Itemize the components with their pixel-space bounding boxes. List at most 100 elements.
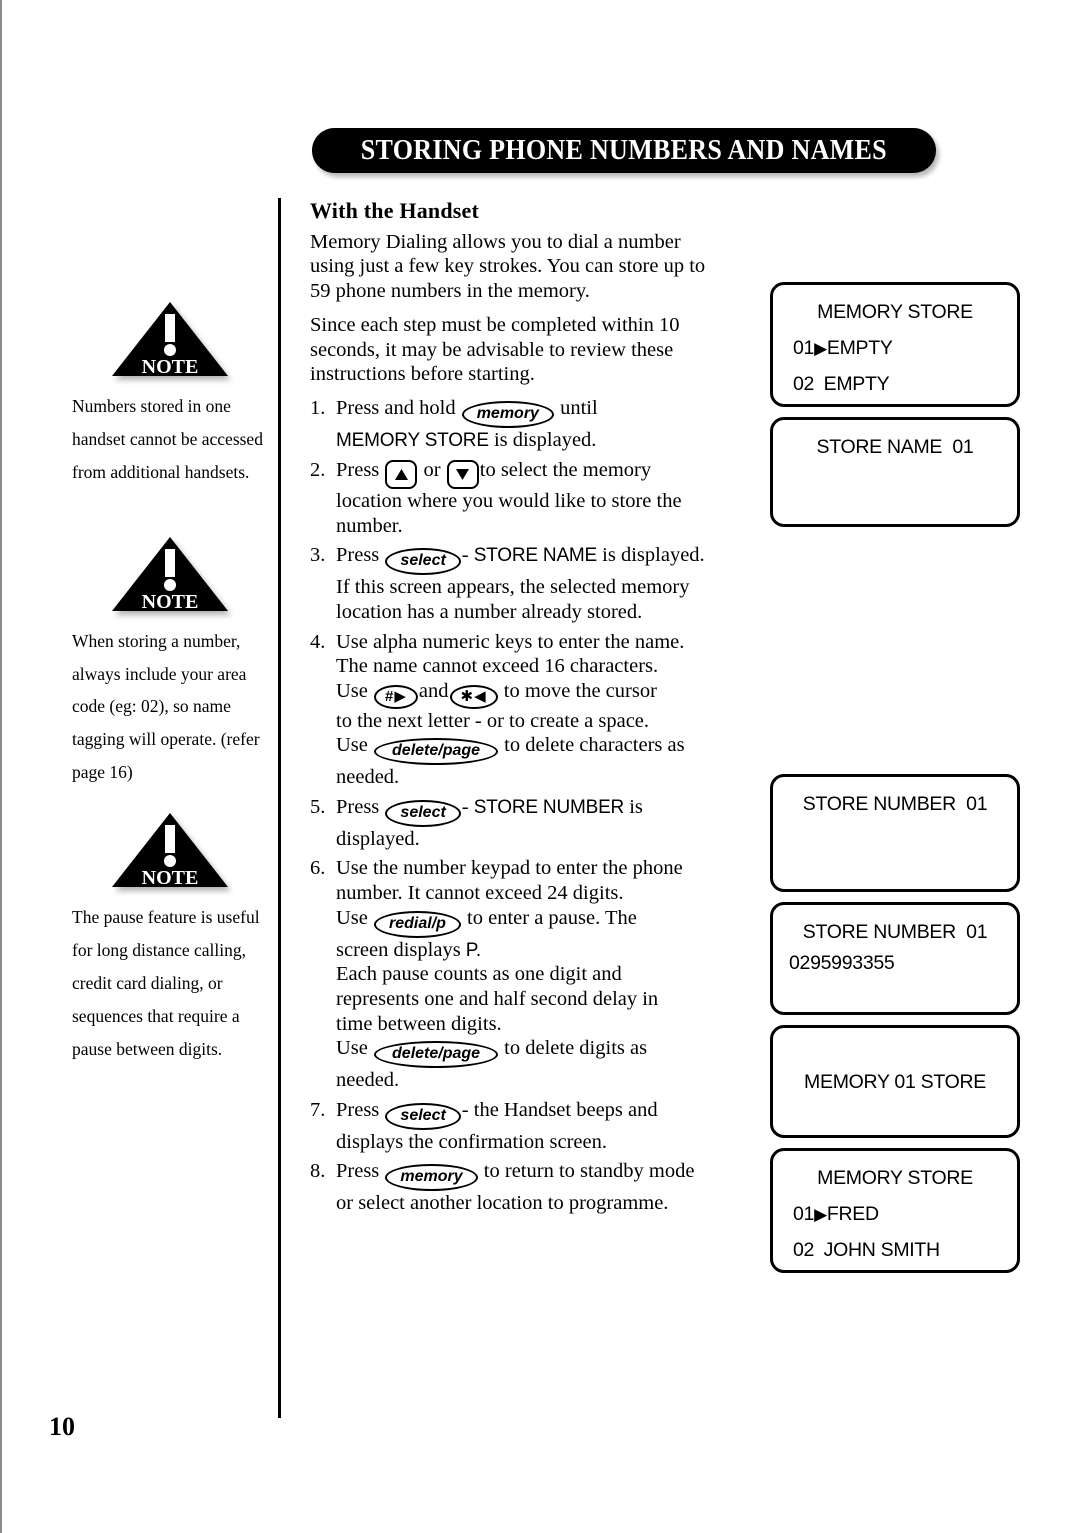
lcd-row-index: 02: [793, 373, 815, 395]
step-line: needed.: [336, 1069, 400, 1092]
note-icon-wrap: NOTE: [62, 300, 277, 378]
step-text: Press: [336, 544, 380, 567]
step-line: Press or to select the memory: [336, 458, 730, 490]
step-item: 7. Press select - the Handset beeps and d…: [310, 1098, 730, 1155]
step-item: 5. Press select - STORE NUMBER is display…: [310, 795, 730, 852]
step-text: Use: [336, 1037, 368, 1060]
step-number: 5.: [310, 795, 326, 818]
down-triangle-icon: [456, 469, 470, 481]
step-text: Press: [336, 1160, 380, 1183]
lcd-row-value: JOHN SMITH: [823, 1239, 940, 1261]
step-line: number.: [336, 514, 403, 537]
step-text: is displayed.: [602, 544, 705, 567]
step-text: to delete characters as: [504, 734, 685, 757]
step-item: 2. Press or to select the memory locatio…: [310, 458, 730, 538]
step-line: displayed.: [336, 827, 420, 850]
lcd-readout-text: STORE NAME: [473, 545, 598, 567]
delete-page-key[interactable]: delete/page: [374, 738, 499, 766]
redial-pause-key[interactable]: redial/p: [374, 910, 461, 938]
step-line: Use alpha numeric keys to enter the name…: [336, 630, 685, 653]
selection-caret-icon: ▶: [814, 1205, 827, 1224]
lcd-row-index: 01: [793, 1203, 815, 1225]
page-canvas: STORING PHONE NUMBERS AND NAMES NOTE Num…: [0, 0, 1080, 1533]
note-text: Numbers stored in one handset cannot be …: [72, 396, 263, 482]
selection-caret-placeholder: [814, 375, 818, 394]
hash-right-key[interactable]: # ▶: [374, 684, 418, 709]
step-line: to the next letter - or to create a spac…: [336, 709, 650, 732]
step-text: until: [560, 397, 598, 420]
step-line: Press and hold memory until: [336, 396, 730, 429]
step-text: -: [461, 544, 469, 567]
lcd-readout-text: P.: [465, 939, 481, 961]
step-text: is: [629, 795, 643, 818]
step-line: or select another location to programme.: [336, 1192, 669, 1215]
main-content-column: With the Handset Memory Dialing allows y…: [310, 198, 730, 1221]
memory-key[interactable]: memory: [385, 1164, 478, 1192]
step-body: Press and hold memory until MEMORY STORE…: [336, 396, 730, 453]
step-text: to delete digits as: [504, 1037, 648, 1060]
lcd-title: MEMORY STORE: [817, 1167, 973, 1189]
step-line: MEMORY STORE is displayed.: [336, 428, 730, 453]
note-block: NOTE Numbers stored in one handset canno…: [62, 300, 277, 489]
lcd-readout-text: STORE NUMBER: [473, 796, 625, 818]
step-item: 3. Press select - STORE NAME is displayed…: [310, 543, 730, 624]
select-key[interactable]: select: [385, 1102, 461, 1130]
step-line: Use the number keypad to enter the phone: [336, 857, 683, 880]
warning-triangle-note-icon: NOTE: [110, 811, 230, 889]
column-divider-rule: [278, 198, 281, 1418]
step-body: Press select - the Handset beeps and disp…: [336, 1098, 730, 1155]
lcd-row: 02 EMPTY: [787, 373, 1003, 396]
note-block: NOTE The pause feature is useful for lon…: [62, 811, 277, 1065]
step-line: Press memory to return to standby mode: [336, 1159, 730, 1192]
lcd-row-index: 01: [793, 337, 815, 359]
select-key[interactable]: select: [385, 548, 461, 576]
star-left-key[interactable]: ✱ ◀: [449, 684, 498, 709]
section-subheading: With the Handset: [310, 198, 480, 223]
asterisk-icon: ✱: [460, 687, 475, 705]
step-text: screen displays: [336, 938, 461, 961]
step-number: 2.: [310, 459, 326, 482]
intro-paragraph-1: Memory Dialing allows you to dial a numb…: [310, 231, 706, 302]
lcd-row-value: EMPTY: [823, 373, 890, 395]
page-title: STORING PHONE NUMBERS AND NAMES: [360, 134, 888, 166]
step-text: Press: [336, 459, 380, 482]
lcd-screens-column: MEMORY STORE 01▶EMPTY 02 EMPTY STORE NAM…: [770, 282, 1020, 1283]
step-number: 1.: [310, 397, 326, 420]
step-line: Use # ▶ and ✱ ◀ to move the cursor: [336, 679, 730, 709]
step-line: screen displays P.: [336, 938, 730, 963]
note-text: When storing a number, always include yo…: [72, 630, 260, 783]
up-arrow-key[interactable]: [385, 460, 418, 490]
note-icon-wrap: NOTE: [62, 535, 277, 613]
step-text: Use: [336, 679, 368, 702]
step-text: to select the memory: [479, 459, 652, 482]
step-line: Press select - STORE NAME is displayed.: [336, 543, 730, 576]
step-text: Press: [336, 795, 380, 818]
step-line: Press select - the Handset beeps and: [336, 1098, 730, 1130]
step-line: number. It cannot exceed 24 digits.: [336, 882, 624, 905]
memory-key[interactable]: memory: [461, 401, 554, 429]
selection-caret-icon: ▶: [814, 339, 827, 358]
svg-text:NOTE: NOTE: [141, 867, 198, 889]
lcd-row: 01▶EMPTY: [787, 337, 1003, 360]
step-line: Press select - STORE NUMBER is: [336, 795, 730, 827]
delete-page-key[interactable]: delete/page: [374, 1041, 499, 1069]
select-key[interactable]: select: [385, 799, 461, 827]
lcd-screen-memory-store-empty: MEMORY STORE 01▶EMPTY 02 EMPTY: [770, 282, 1020, 407]
step-line: location has a number already stored.: [336, 600, 643, 623]
lcd-screen-memory-store-confirm: MEMORY 01 STORE: [770, 1025, 1020, 1138]
lcd-screen-store-number-entered: STORE NUMBER 01 0295993355: [770, 902, 1020, 1015]
step-text: to return to standby mode: [483, 1160, 695, 1183]
step-line: Use redial/p to enter a pause. The: [336, 906, 730, 938]
lcd-title: MEMORY STORE: [817, 301, 973, 323]
lcd-screen-store-name: STORE NAME 01: [770, 417, 1020, 527]
step-item: 1. Press and hold memory until MEMORY ST…: [310, 396, 730, 453]
step-line: displays the confirmation screen.: [336, 1130, 607, 1153]
step-text: and: [418, 679, 449, 702]
page-title-banner: STORING PHONE NUMBERS AND NAMES: [312, 128, 936, 173]
lcd-title: STORE NUMBER 01: [802, 793, 988, 815]
step-line: Use delete/page to delete digits as: [336, 1036, 730, 1069]
lcd-row: 01▶FRED: [787, 1203, 1003, 1226]
down-arrow-key[interactable]: [446, 460, 479, 490]
step-item: 6. Use the number keypad to enter the ph…: [310, 856, 730, 1092]
note-block: NOTE When storing a number, always inclu…: [62, 535, 277, 789]
